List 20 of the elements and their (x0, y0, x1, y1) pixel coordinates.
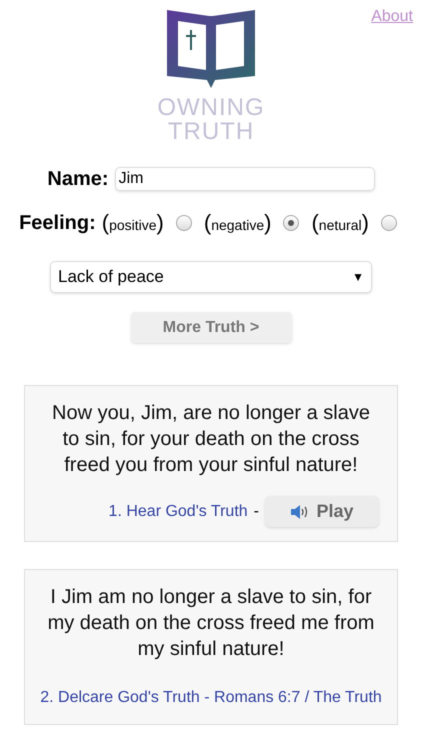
feeling-label: Feeling: (19, 210, 96, 236)
declare-truth-link[interactable]: 2. Delcare God's Truth - Romans 6:7 / The Truth (40, 686, 382, 710)
topic-dropdown[interactable]: Lack of peace ▼ (50, 261, 372, 293)
verse-text: I Jim am no longer a slave to sin, for my death on the cross freed me from my sinful nature! (46, 585, 376, 662)
radio-button[interactable] (176, 214, 192, 230)
logo-text: TRUTH (168, 120, 254, 144)
feeling-option-label: (netural) (311, 209, 369, 237)
radio-button[interactable] (380, 214, 397, 230)
name-label: Name: (47, 167, 109, 192)
radio-button[interactable] (283, 214, 300, 230)
separator: - (254, 502, 259, 522)
feeling-option-label: (negative) (204, 209, 272, 237)
logo-text: OWNING (157, 96, 265, 120)
hear-truth-link[interactable]: 1. Hear God's Truth (108, 500, 248, 524)
name-field[interactable]: Jim (114, 167, 375, 191)
book-logo-icon (165, 8, 257, 90)
more-truth-button[interactable]: More Truth > (130, 312, 292, 343)
verse-text: Now you, Jim, are no longer a slave to sin, for your death on the cross freed you from your sinful nature! (51, 401, 371, 478)
feeling-option-label: (positive) (102, 209, 164, 237)
play-button[interactable]: Play (265, 496, 379, 527)
